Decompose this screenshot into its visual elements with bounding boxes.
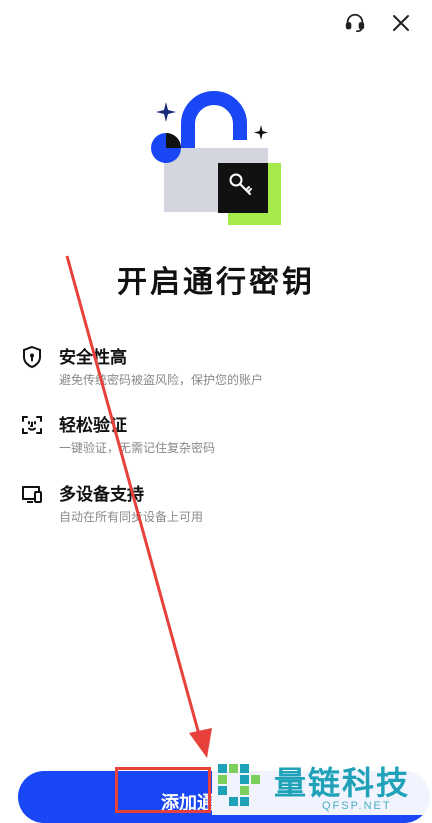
- watermark: 量链科技 QFSP.NET: [212, 758, 432, 815]
- feature-title: 多设备支持: [59, 485, 144, 504]
- feature-desc: 避免传统密码被盗风险，保护您的账户: [59, 373, 264, 387]
- sparkle-icon: [156, 102, 176, 122]
- feature-desc: 自动在所有同步设备上可用: [59, 510, 204, 524]
- face-scan-icon: [20, 413, 44, 437]
- sparkle-icon: [254, 125, 268, 140]
- page-title: 开启通行密钥: [117, 266, 315, 299]
- passkey-illustration: [140, 88, 290, 228]
- feature-desc: 一键验证，无需记住复杂密码: [59, 441, 216, 455]
- watermark-url: QFSP.NET: [322, 800, 392, 812]
- lock-shackle: [181, 91, 247, 150]
- feature-title: 安全性高: [59, 348, 127, 367]
- close-icon[interactable]: [388, 10, 414, 36]
- watermark-logo-icon: [218, 764, 260, 806]
- devices-icon: [20, 482, 44, 506]
- watermark-brand: 量链科技: [274, 765, 411, 801]
- headset-icon[interactable]: [342, 10, 368, 36]
- highlight-box: [115, 767, 211, 813]
- shield-icon: [20, 345, 44, 369]
- top-bar: [342, 10, 414, 36]
- feature-title: 轻松验证: [59, 416, 127, 435]
